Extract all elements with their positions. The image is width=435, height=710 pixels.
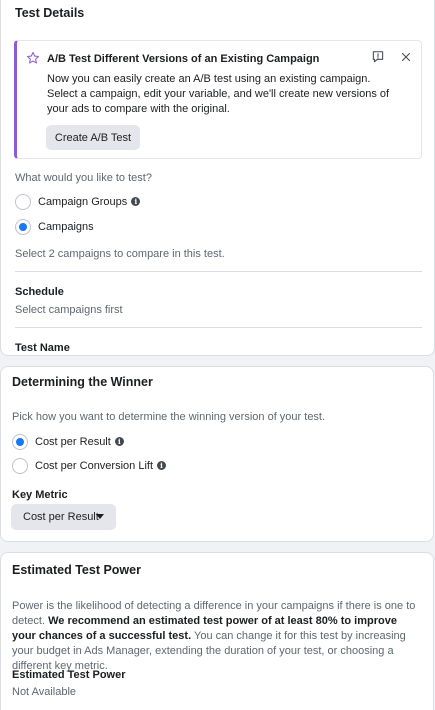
ab-test-callout: A/B Test Different Versions of an Existi… <box>14 40 422 159</box>
info-icon[interactable]: i <box>157 461 166 470</box>
test-power-panel: Estimated Test Power Power is the likeli… <box>0 552 434 710</box>
test-name-label: Test Name <box>15 342 70 354</box>
cost-per-conversion-lift-label: Cost per Conversion Lift i <box>35 459 166 473</box>
info-icon[interactable]: i <box>131 197 141 206</box>
callout-text: Now you can easily create an A/B test us… <box>47 73 390 115</box>
schedule-label: Schedule <box>15 286 64 298</box>
campaign-groups-radio[interactable] <box>15 194 31 210</box>
winner-description: Pick how you want to determine the winni… <box>12 411 326 423</box>
test-details-title: Test Details <box>15 6 85 20</box>
campaigns-radio[interactable] <box>15 219 31 235</box>
test-power-title: Estimated Test Power <box>12 563 141 577</box>
estimated-power-value: Not Available <box>12 686 77 698</box>
campaigns-label: Campaigns <box>38 221 94 233</box>
estimated-power-label: Estimated Test Power <box>12 669 126 681</box>
cost-per-conversion-lift-radio[interactable] <box>12 458 28 474</box>
winner-title: Determining the Winner <box>12 375 153 389</box>
cost-per-result-radio[interactable] <box>12 434 28 450</box>
schedule-value: Select campaigns first <box>15 304 123 316</box>
campaign-hint: Select 2 campaigns to compare in this te… <box>15 248 225 260</box>
test-details-panel: Test Details A/B Test Different Versions… <box>0 0 435 356</box>
feedback-icon[interactable] <box>371 50 385 64</box>
campaign-groups-label: Campaign Groups i <box>38 195 141 209</box>
cost-per-result-label: Cost per Result i <box>35 435 124 449</box>
test-question: What would you like to test? <box>15 172 152 184</box>
key-metric-label: Key Metric <box>12 489 68 501</box>
info-icon[interactable]: i <box>114 437 124 446</box>
star-icon <box>26 51 40 64</box>
caret-down-icon <box>96 514 104 519</box>
divider <box>15 271 422 272</box>
callout-title: A/B Test Different Versions of an Existi… <box>47 53 320 65</box>
close-icon[interactable] <box>400 51 412 63</box>
test-power-description: Power is the likelihood of detecting a d… <box>12 600 416 672</box>
create-ab-test-button[interactable]: Create A/B Test <box>46 125 140 150</box>
key-metric-dropdown[interactable]: Cost per Result <box>11 504 116 530</box>
divider <box>15 327 422 328</box>
key-metric-value: Cost per Result <box>23 511 99 523</box>
